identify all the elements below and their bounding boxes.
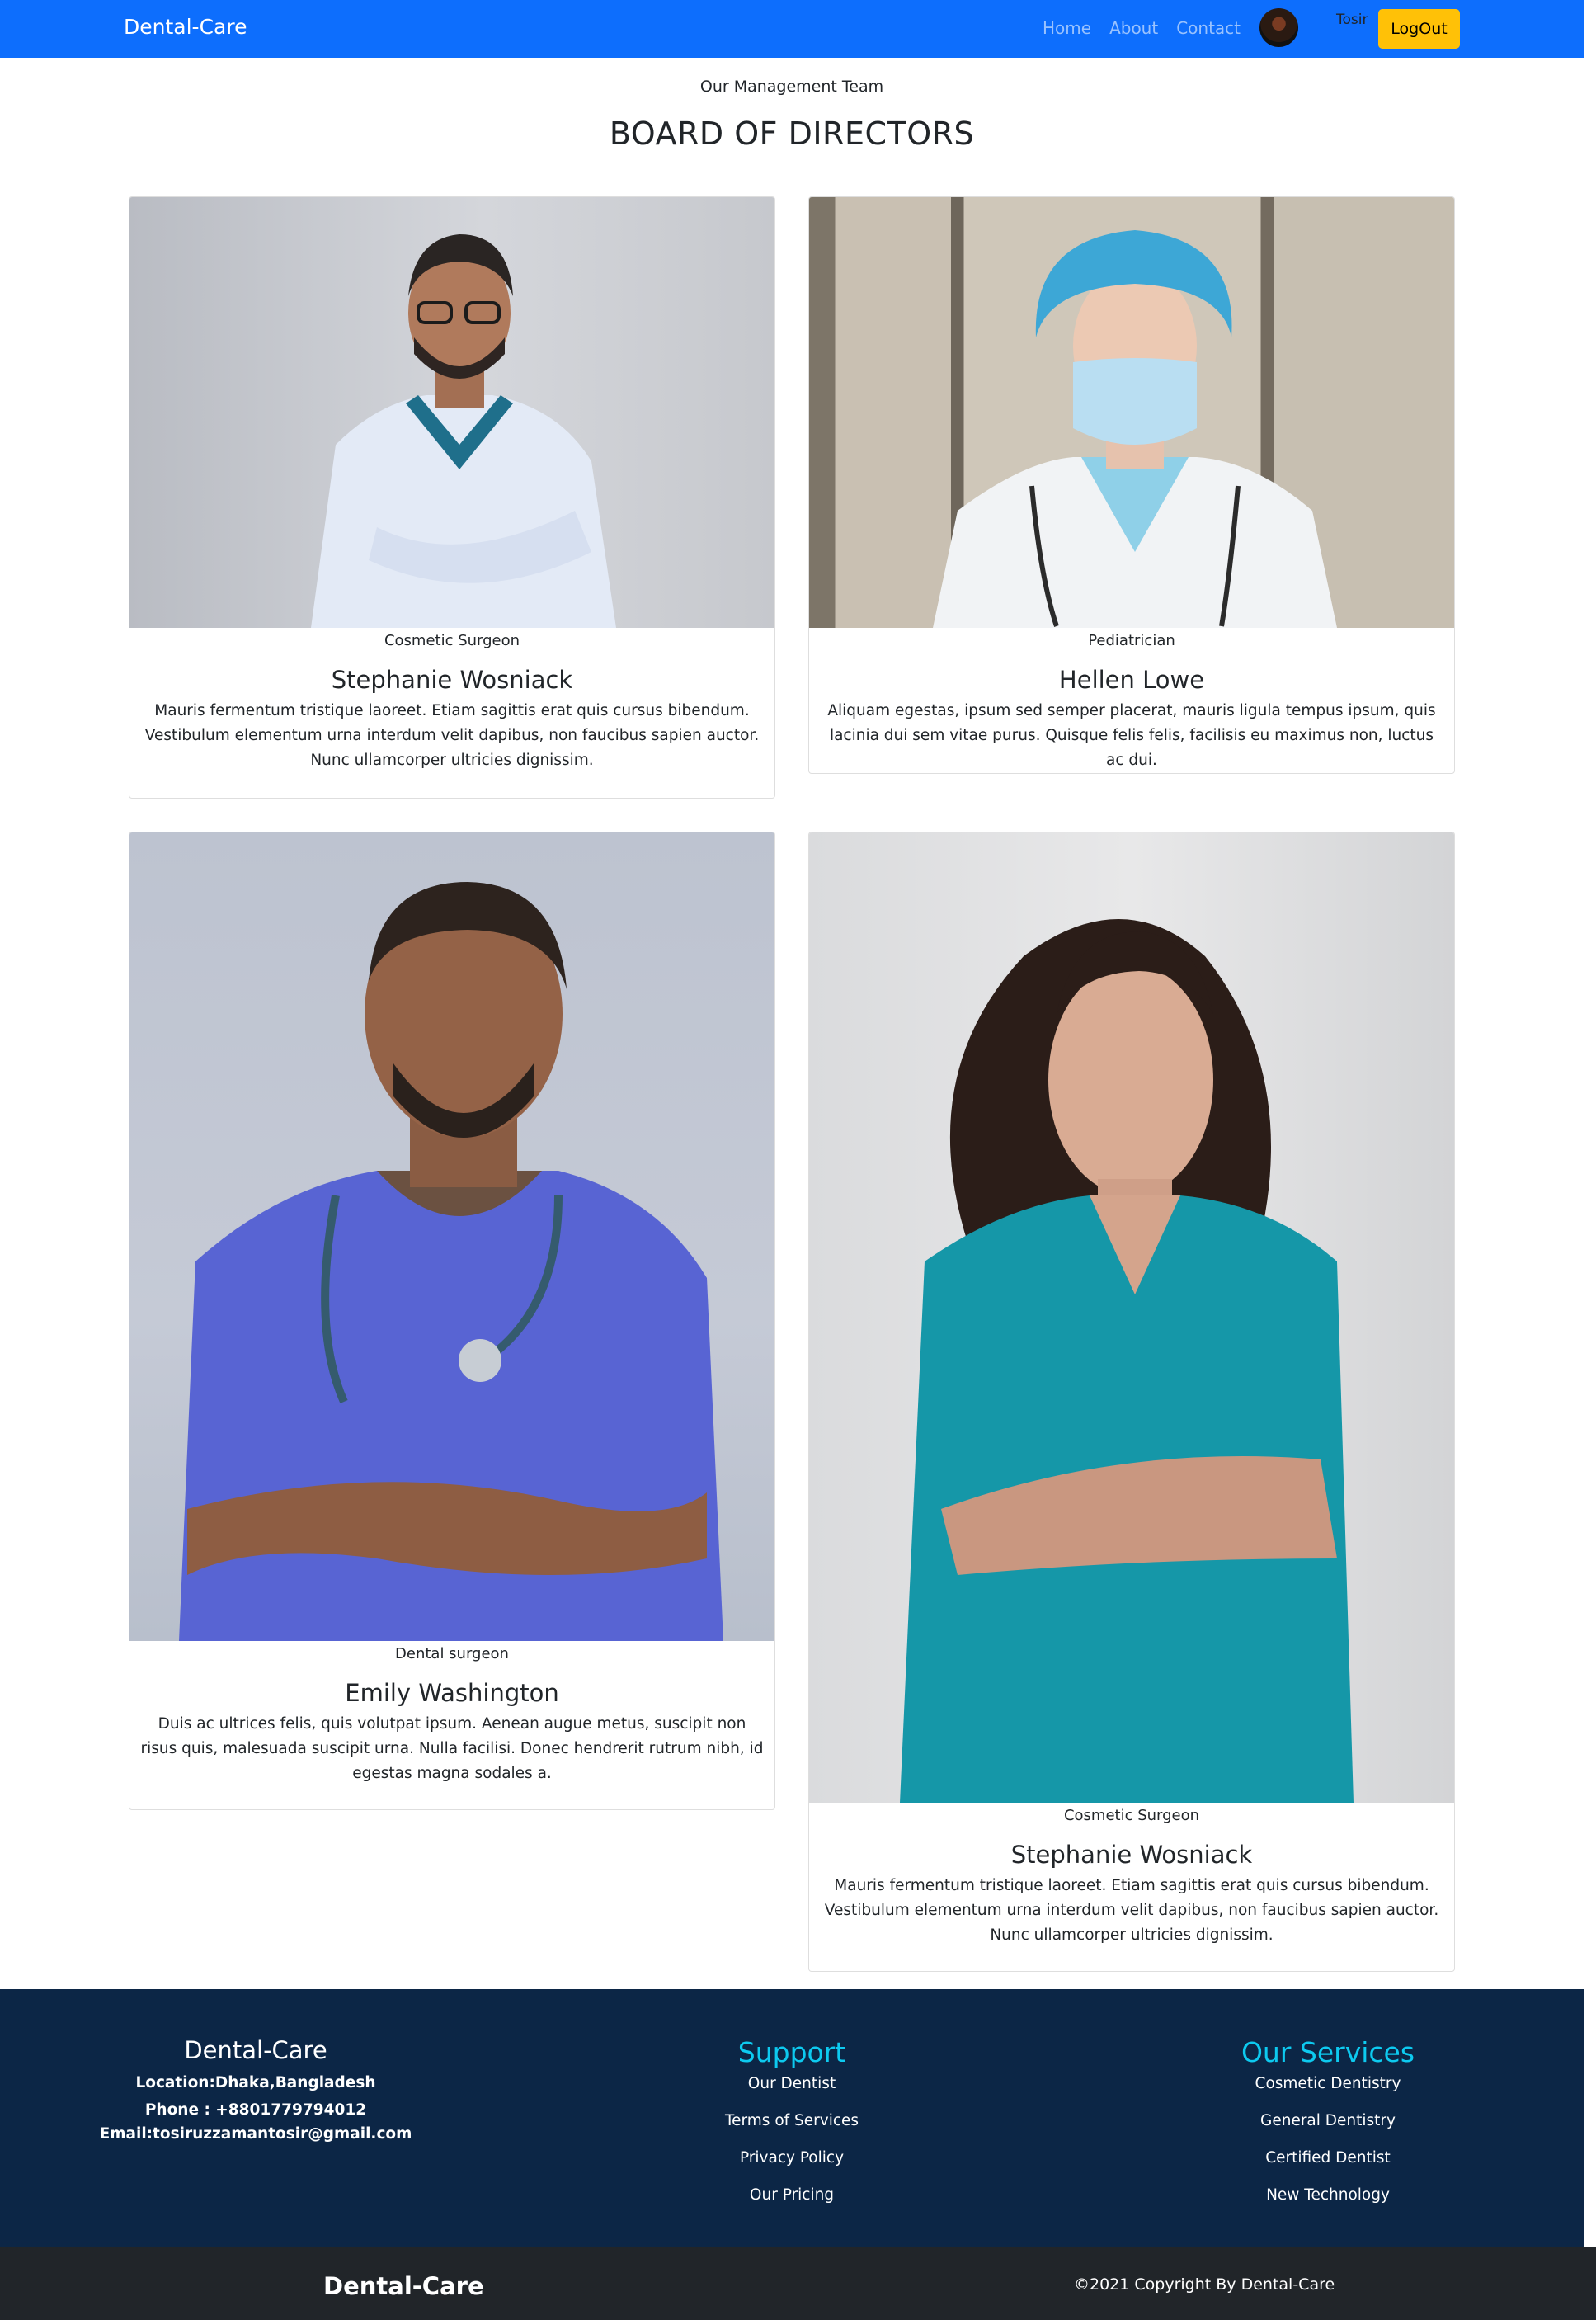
section-kicker: Our Management Team bbox=[699, 78, 884, 96]
copyright-text: ©2021 Copyright By Dental-Care bbox=[1074, 2275, 1335, 2294]
footer-location: Location:Dhaka,Bangladesh bbox=[135, 2074, 376, 2091]
director-card: Cosmetic Surgeon Stephanie Wosniack Maur… bbox=[808, 832, 1455, 1972]
footer-link-certified-dentist[interactable]: Certified Dentist bbox=[1163, 2149, 1493, 2167]
footer-contact: Dental-Care Location:Dhaka,Bangladesh Ph… bbox=[91, 2036, 421, 2143]
director-name: Stephanie Wosniack bbox=[1010, 1841, 1253, 1869]
director-photo bbox=[809, 832, 1454, 1803]
nav-link-home[interactable]: Home bbox=[1043, 18, 1091, 38]
footer-link-pricing[interactable]: Our Pricing bbox=[627, 2186, 957, 2204]
director-role: Dental surgeon bbox=[395, 1645, 509, 1662]
footer-email: Email:tosiruzzamantosir@gmail.com bbox=[99, 2125, 412, 2143]
footer-support-heading: Support bbox=[737, 2036, 846, 2068]
bottom-bar: Dental-Care ©2021 Copyright By Dental-Ca… bbox=[0, 2247, 1596, 2320]
footer-services-heading: Our Services bbox=[1241, 2036, 1415, 2068]
director-bio: Mauris fermentum tristique laoreet. Etia… bbox=[824, 1877, 1439, 1944]
footer-link-new-technology[interactable]: New Technology bbox=[1163, 2186, 1493, 2204]
footer-support: Support Our Dentist Terms of Services Pr… bbox=[627, 2036, 957, 2204]
doctor-illustration bbox=[900, 919, 1354, 1803]
director-role: Cosmetic Surgeon bbox=[1063, 1807, 1200, 1824]
director-card: Dental surgeon Emily Washington Duis ac … bbox=[129, 832, 775, 1810]
footer-services: Our Services Cosmetic Dentistry General … bbox=[1163, 2036, 1493, 2204]
nav-link-contact[interactable]: Contact bbox=[1176, 18, 1241, 38]
navbar-brand[interactable]: Dental-Care bbox=[124, 15, 247, 39]
footer-link-our-dentist[interactable]: Our Dentist bbox=[627, 2075, 957, 2092]
director-photo bbox=[809, 197, 1454, 628]
director-role: Pediatrician bbox=[1088, 632, 1175, 649]
director-name: Hellen Lowe bbox=[1058, 666, 1205, 694]
director-card: Cosmetic Surgeon Stephanie Wosniack Maur… bbox=[129, 196, 775, 799]
footer-link-general-dentistry[interactable]: General Dentistry bbox=[1163, 2112, 1493, 2129]
nav-link-about[interactable]: About bbox=[1109, 18, 1158, 38]
footer-link-terms[interactable]: Terms of Services bbox=[627, 2112, 957, 2129]
director-bio: Aliquam egestas, ipsum sed semper placer… bbox=[827, 702, 1436, 769]
doctor-illustration bbox=[179, 882, 723, 1641]
doctor-illustration bbox=[933, 230, 1337, 628]
footer-phone: Phone : +8801779794012 bbox=[144, 2101, 367, 2119]
doctor-illustration bbox=[311, 234, 616, 628]
director-bio: Mauris fermentum tristique laoreet. Etia… bbox=[144, 702, 760, 769]
bottom-bar-brand: Dental-Care bbox=[323, 2272, 484, 2300]
director-role: Cosmetic Surgeon bbox=[384, 632, 520, 649]
footer-link-privacy[interactable]: Privacy Policy bbox=[627, 2149, 957, 2167]
nav-links: Home About Contact bbox=[1043, 18, 1241, 38]
director-name: Stephanie Wosniack bbox=[331, 666, 573, 694]
director-photo bbox=[129, 197, 774, 628]
user-avatar[interactable] bbox=[1259, 8, 1298, 47]
page-gutter bbox=[1584, 0, 1596, 2247]
user-name: Tosir bbox=[1336, 12, 1368, 28]
director-card: Pediatrician Hellen Lowe Aliquam egestas… bbox=[808, 196, 1455, 774]
navbar: Dental-Care Home About Contact Tosir Log… bbox=[0, 0, 1584, 58]
director-name: Emily Washington bbox=[345, 1679, 559, 1707]
footer-link-cosmetic-dentistry[interactable]: Cosmetic Dentistry bbox=[1163, 2075, 1493, 2092]
section-title: BOARD OF DIRECTORS bbox=[609, 116, 975, 152]
director-bio: Duis ac ultrices felis, quis volutpat ip… bbox=[140, 1715, 764, 1782]
director-photo bbox=[129, 832, 774, 1641]
footer-brand: Dental-Care bbox=[184, 2036, 327, 2064]
footer: Dental-Care Location:Dhaka,Bangladesh Ph… bbox=[0, 1989, 1584, 2247]
logout-button[interactable]: LogOut bbox=[1378, 9, 1460, 49]
